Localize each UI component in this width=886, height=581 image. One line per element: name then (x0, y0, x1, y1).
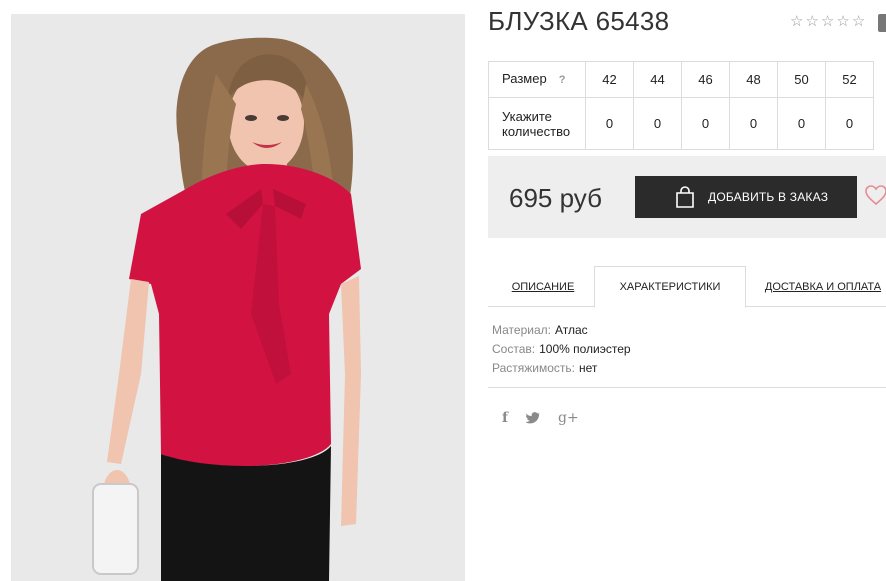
product-title: БЛУЗКА 65438 (488, 6, 670, 36)
star-icon[interactable]: ☆ (790, 14, 803, 30)
facebook-icon[interactable]: f (502, 410, 508, 426)
quantity-input[interactable]: 0 (585, 97, 634, 150)
star-icon[interactable]: ☆ (805, 14, 818, 30)
star-icon[interactable]: ☆ (852, 14, 865, 30)
shopping-bag-icon (676, 186, 694, 208)
tab-delivery-payment[interactable]: ДОСТАВКА И ОПЛАТА (756, 266, 886, 307)
characteristic-value: Атлас (554, 323, 588, 337)
characteristic-value: 100% полиэстер (539, 342, 631, 356)
quantity-row: Укажите количество 0 0 0 0 0 0 (488, 97, 874, 150)
characteristic-row: Материал: Атлас (492, 321, 631, 340)
quantity-input[interactable]: 0 (681, 97, 730, 150)
size-cell: 52 (825, 61, 874, 98)
size-cell: 44 (633, 61, 682, 98)
tab-description[interactable]: ОПИСАНИЕ (488, 266, 598, 307)
social-share: f g+ (502, 410, 579, 426)
size-quantity-table: Размер? 42 44 46 48 50 52 Укажите количе… (488, 61, 874, 150)
quantity-input[interactable]: 0 (633, 97, 682, 150)
buy-box: 695 руб ДОБАВИТЬ В ЗАКАЗ (488, 156, 886, 238)
twitter-icon[interactable] (526, 412, 540, 424)
quantity-input[interactable]: 0 (729, 97, 778, 150)
size-cell: 50 (777, 61, 826, 98)
heart-icon[interactable] (864, 184, 886, 206)
star-icon[interactable]: ☆ (836, 14, 849, 30)
help-icon[interactable]: ? (559, 73, 566, 88)
quantity-input[interactable]: 0 (777, 97, 826, 150)
characteristic-row: Состав: 100% полиэстер (492, 340, 631, 359)
size-label-cell: Размер? (488, 61, 586, 98)
characteristic-value: нет (579, 361, 598, 375)
product-price: 695 руб (509, 183, 602, 213)
add-to-order-label: ДОБАВИТЬ В ЗАКАЗ (708, 190, 829, 204)
tab-characteristics[interactable]: ХАРАКТЕРИСТИКИ (594, 266, 746, 308)
quantity-label: Укажите количество (488, 97, 586, 150)
quantity-input[interactable]: 0 (825, 97, 874, 150)
googleplus-icon[interactable]: g+ (558, 410, 579, 426)
rating-stars[interactable]: ☆ ☆ ☆ ☆ ☆ (790, 14, 865, 30)
compare-icon[interactable] (878, 14, 886, 32)
size-cell: 48 (729, 61, 778, 98)
characteristic-row: Растяжимость: нет (492, 359, 631, 378)
size-row: Размер? 42 44 46 48 50 52 (488, 61, 874, 98)
characteristic-key: Материал: (492, 323, 551, 337)
size-cell: 46 (681, 61, 730, 98)
product-photo[interactable] (11, 14, 465, 581)
characteristic-key: Растяжимость: (492, 361, 576, 375)
add-to-order-button[interactable]: ДОБАВИТЬ В ЗАКАЗ (635, 176, 857, 218)
characteristic-key: Состав: (492, 342, 536, 356)
star-icon[interactable]: ☆ (821, 14, 834, 30)
characteristics-list: Материал: Атлас Состав: 100% полиэстер Рас… (492, 321, 631, 378)
size-label: Размер (502, 71, 547, 86)
divider (488, 387, 886, 388)
size-cell: 42 (585, 61, 634, 98)
product-photo-illustration (11, 14, 465, 581)
product-tabs: ОПИСАНИЕ ХАРАКТЕРИСТИКИ ДОСТАВКА И ОПЛАТ… (488, 266, 886, 308)
